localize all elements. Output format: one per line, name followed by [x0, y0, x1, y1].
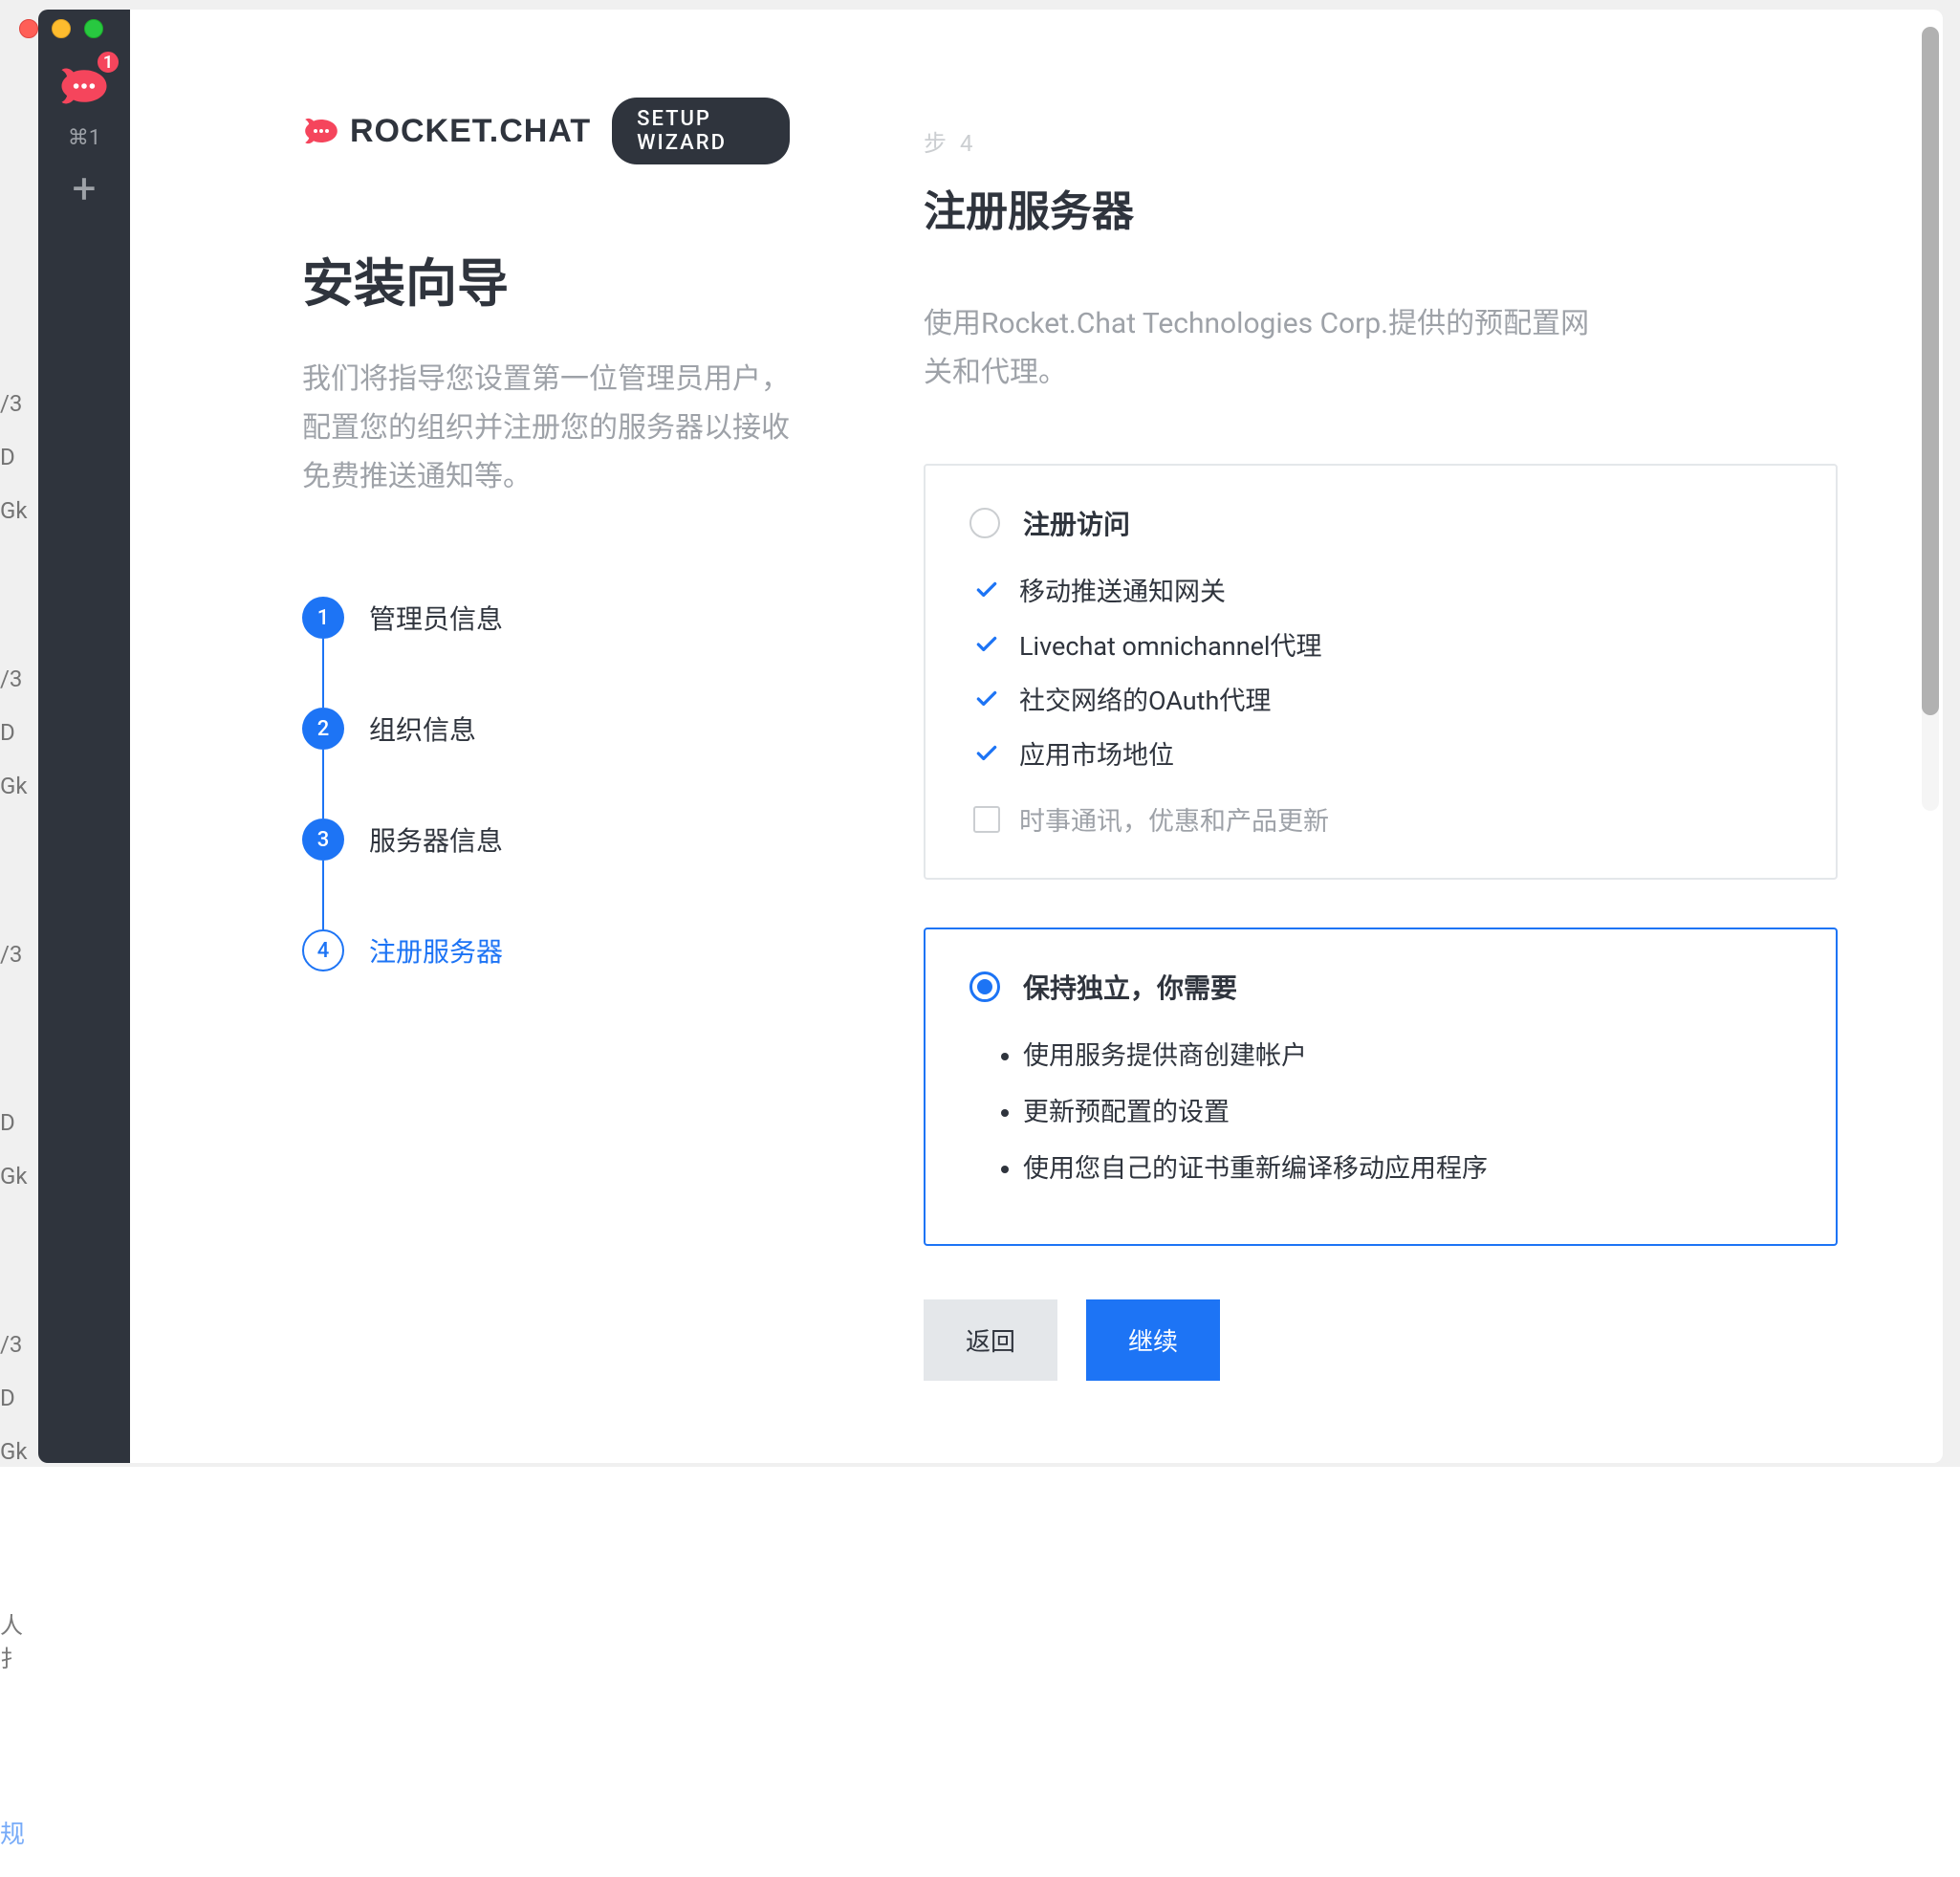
list-item: 更新预配置的设置: [1023, 1091, 1792, 1128]
setup-wizard-badge: SETUP WIZARD: [612, 98, 790, 164]
step-label: 注册服务器: [369, 931, 503, 970]
register-access-option[interactable]: 注册访问 移动推送通知网关 Livechat omnichannel代理 社交网…: [924, 464, 1838, 880]
radio-unselected-icon[interactable]: [969, 508, 1000, 538]
check-icon: [973, 740, 1000, 767]
brand-name: ROCKET.CHAT: [350, 113, 591, 150]
step-indicator: 步 4: [924, 124, 1838, 158]
wizard-right-panel: 步 4 注册服务器 使用Rocket.Chat Technologies Cor…: [857, 10, 1943, 1463]
step-server-info[interactable]: 3 服务器信息: [302, 818, 790, 861]
feature-item: 移动推送通知网关: [973, 571, 1792, 608]
wizard-description: 我们将指导您设置第一位管理员用户，配置您的组织并注册您的服务器以接收免费推送通知…: [302, 355, 790, 501]
list-item: 使用服务提供商创建帐户: [1023, 1035, 1792, 1072]
back-button[interactable]: 返回: [924, 1299, 1057, 1381]
wizard-steps: 1 管理员信息 2 组织信息 3 服务器信息 4 注册服务器: [302, 597, 790, 971]
standalone-option[interactable]: 保持独立，你需要 使用服务提供商创建帐户 更新预配置的设置 使用您自己的证书重新…: [924, 928, 1838, 1246]
option-title: 保持独立，你需要: [1023, 968, 1237, 1006]
window-traffic-lights: [19, 19, 103, 38]
keyboard-shortcut-hint: ⌘1: [68, 126, 100, 150]
option-title: 注册访问: [1023, 504, 1130, 542]
newsletter-checkbox-row[interactable]: 时事通讯，优惠和产品更新: [973, 800, 1792, 838]
feature-item: Livechat omnichannel代理: [973, 625, 1792, 663]
wizard-title: 安装向导: [302, 241, 790, 316]
step-label: 服务器信息: [369, 820, 503, 859]
check-icon: [973, 631, 1000, 658]
window-minimize-button[interactable]: [52, 19, 71, 38]
standalone-requirements: 使用服务提供商创建帐户 更新预配置的设置 使用您自己的证书重新编译移动应用程序: [969, 1035, 1792, 1185]
feature-item: 应用市场地位: [973, 734, 1792, 772]
app-server-sidebar: 1 ⌘1 +: [38, 10, 130, 1463]
step-number: 1: [302, 597, 344, 639]
step-register-server[interactable]: 4 注册服务器: [302, 929, 790, 971]
feature-item: 社交网络的OAuth代理: [973, 680, 1792, 717]
newsletter-label: 时事通讯，优惠和产品更新: [1019, 800, 1329, 838]
step-number: 4: [302, 929, 344, 971]
step-label: 组织信息: [369, 709, 476, 748]
step-label: 管理员信息: [369, 599, 503, 637]
check-icon: [973, 577, 1000, 603]
brand-logo: ROCKET.CHAT: [302, 112, 591, 150]
check-icon: [973, 686, 1000, 712]
step-number: 2: [302, 708, 344, 750]
checkbox-unchecked-icon[interactable]: [973, 806, 1000, 833]
add-server-button[interactable]: +: [73, 167, 97, 209]
list-item: 使用您自己的证书重新编译移动应用程序: [1023, 1147, 1792, 1185]
radio-selected-icon[interactable]: [969, 971, 1000, 1002]
notification-badge: 1: [96, 50, 120, 75]
rocketchat-logo-icon: [302, 112, 340, 150]
continue-button[interactable]: 继续: [1086, 1299, 1220, 1381]
button-row: 返回 继续: [924, 1299, 1838, 1381]
panel-title: 注册服务器: [924, 177, 1838, 238]
main-window: ROCKET.CHAT SETUP WIZARD 安装向导 我们将指导您设置第一…: [130, 10, 1943, 1463]
step-org-info[interactable]: 2 组织信息: [302, 708, 790, 750]
step-number: 3: [302, 818, 344, 861]
background-window-hints: /3 D Gk /3 D Gk /3 D Gk /3 D Gk 人扌 规: [0, 57, 38, 1396]
window-close-button[interactable]: [19, 19, 38, 38]
window-maximize-button[interactable]: [84, 19, 103, 38]
step-admin-info[interactable]: 1 管理员信息: [302, 597, 790, 639]
server-icon[interactable]: 1: [54, 55, 115, 117]
panel-description: 使用Rocket.Chat Technologies Corp.提供的预配置网关…: [924, 299, 1612, 397]
wizard-left-panel: ROCKET.CHAT SETUP WIZARD 安装向导 我们将指导您设置第一…: [130, 10, 857, 1463]
